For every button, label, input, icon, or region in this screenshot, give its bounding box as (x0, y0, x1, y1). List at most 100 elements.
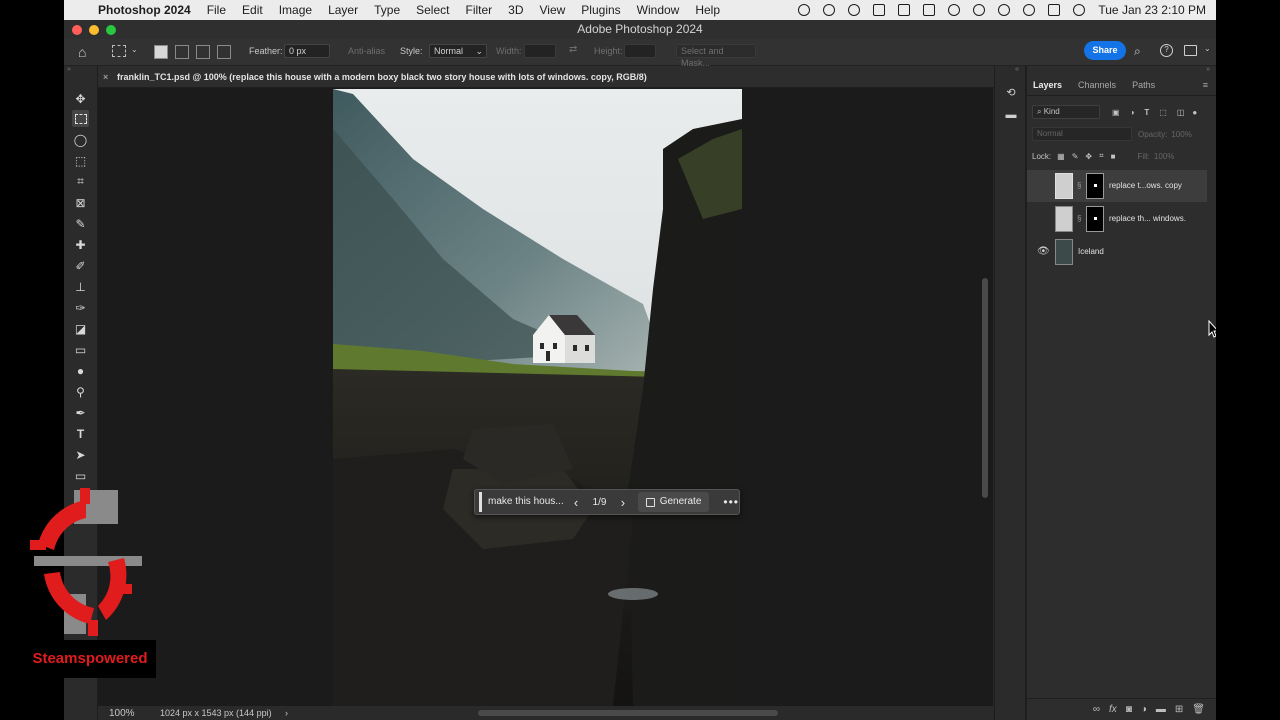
comments-panel-icon[interactable]: ▬ (1004, 109, 1018, 123)
filter-adjustment-icon[interactable]: ◑ (1130, 108, 1135, 117)
more-options-icon[interactable]: ••• (723, 495, 739, 509)
opacity-input[interactable]: 100% (1171, 130, 1191, 139)
collapse-icon[interactable]: » (67, 66, 71, 73)
search-icon[interactable]: ⌕ (1134, 44, 1141, 59)
grammarly-icon[interactable] (848, 4, 861, 16)
menu-plugins[interactable]: Plugins (581, 3, 620, 17)
blend-mode-select[interactable]: Normal (1032, 127, 1132, 141)
add-mask-icon[interactable]: ◙ (1126, 704, 1132, 715)
next-variation-icon[interactable]: › (612, 495, 634, 510)
eye-icon[interactable]: 👁 (1037, 246, 1050, 257)
gradient-tool-icon[interactable]: ▭ (72, 341, 89, 358)
new-adjustment-layer-icon[interactable]: ◑ (1141, 704, 1147, 715)
document-tab[interactable]: × franklin_TC1.psd @ 100% (replace this … (98, 66, 1028, 88)
intersect-selection-icon[interactable] (217, 45, 231, 59)
lock-position-icon[interactable]: ✥ (1085, 152, 1092, 161)
menu-type[interactable]: Type (374, 3, 400, 17)
move-tool-icon[interactable]: ✥ (72, 90, 89, 107)
new-layer-icon[interactable]: ⊞ (1175, 704, 1183, 715)
type-tool-icon[interactable]: T (72, 425, 89, 442)
frame-tool-icon[interactable]: ⊠ (72, 194, 89, 211)
minimize-window-button[interactable] (89, 25, 99, 35)
dodge-tool-icon[interactable]: ⚲ (72, 383, 89, 400)
lock-artboard-icon[interactable]: ⌗ (1099, 151, 1104, 161)
layer-row[interactable]: § replace t...ows. copy (1027, 170, 1207, 202)
generate-button[interactable]: Generate (637, 492, 710, 512)
previous-variation-icon[interactable]: ‹ (565, 495, 587, 510)
layer-mask-thumbnail[interactable] (1086, 173, 1104, 199)
collapse-icon[interactable]: « (1015, 66, 1019, 73)
object-selection-tool-icon[interactable]: ⬚ (72, 152, 89, 169)
menu-layer[interactable]: Layer (328, 3, 358, 17)
filter-toggle-icon[interactable]: ● (1192, 108, 1197, 117)
history-brush-tool-icon[interactable]: ✑ (72, 299, 89, 316)
horizontal-scrollbar-thumb[interactable] (478, 710, 778, 716)
scrollbar-thumb[interactable] (982, 278, 988, 498)
menu-view[interactable]: View (540, 3, 566, 17)
menu-filter[interactable]: Filter (465, 3, 492, 17)
document-info[interactable]: 1024 px x 1543 px (144 ppi) (160, 706, 272, 720)
chevron-right-icon[interactable]: › (285, 706, 288, 720)
share-button[interactable]: Share (1084, 41, 1126, 60)
height-input[interactable] (624, 44, 656, 58)
link-icon[interactable]: § (1077, 181, 1081, 190)
filter-shape-icon[interactable]: ⬚ (1159, 108, 1167, 117)
close-document-icon[interactable]: × (103, 66, 108, 88)
feather-input[interactable]: 0 px (284, 44, 330, 58)
generative-prompt-input[interactable]: make this hous... (479, 492, 565, 512)
menubar-clock[interactable]: Tue Jan 23 2:10 PM (1098, 3, 1206, 17)
link-icon[interactable]: § (1077, 214, 1081, 223)
width-input[interactable] (524, 44, 556, 58)
menu-app-name[interactable]: Photoshop 2024 (98, 3, 191, 17)
siri-icon[interactable] (1073, 4, 1086, 16)
eyedropper-tool-icon[interactable]: ✎ (72, 215, 89, 232)
creative-cloud-icon[interactable] (823, 4, 836, 16)
marquee-preset-icon[interactable] (112, 45, 126, 57)
filter-type-icon[interactable]: T (1144, 108, 1149, 117)
rectangular-marquee-tool-icon[interactable] (72, 110, 89, 127)
home-icon[interactable]: ⌂ (78, 44, 86, 60)
zoom-level[interactable]: 100% (109, 707, 135, 720)
record-icon[interactable] (798, 4, 811, 16)
workspace-icon[interactable] (1184, 45, 1197, 56)
filter-kind-select[interactable]: ⌕ Kind (1032, 105, 1100, 119)
help-icon[interactable]: ? (1160, 44, 1173, 57)
menu-help[interactable]: Help (695, 3, 720, 17)
display-icon[interactable] (898, 4, 911, 16)
battery-icon[interactable] (923, 4, 936, 16)
tab-layers[interactable]: Layers (1033, 80, 1062, 90)
path-selection-tool-icon[interactable]: ➤ (72, 446, 89, 463)
clone-stamp-tool-icon[interactable]: ⊥ (72, 278, 89, 295)
menu-edit[interactable]: Edit (242, 3, 263, 17)
chevron-down-icon[interactable]: ⌄ (131, 45, 138, 54)
layer-mask-thumbnail[interactable] (1086, 206, 1104, 232)
lock-all-icon[interactable]: ■ (1111, 152, 1116, 161)
iceland-photo[interactable] (333, 89, 742, 706)
delete-layer-icon[interactable]: 🗑 (1192, 704, 1205, 715)
filter-pixel-icon[interactable]: ▣ (1112, 108, 1120, 117)
new-selection-icon[interactable] (154, 45, 168, 59)
menu-3d[interactable]: 3D (508, 3, 523, 17)
layer-row[interactable]: 👁 Iceland (1027, 236, 1207, 268)
user-icon[interactable] (948, 4, 961, 16)
healing-brush-tool-icon[interactable]: ✚ (72, 236, 89, 253)
panel-menu-icon[interactable]: ≡ (1203, 80, 1208, 90)
select-and-mask-button[interactable]: Select and Mask... (676, 44, 756, 68)
eraser-tool-icon[interactable]: ◪ (72, 320, 89, 337)
brush-tool-icon[interactable]: ✐ (72, 257, 89, 274)
add-selection-icon[interactable] (175, 45, 189, 59)
menu-select[interactable]: Select (416, 3, 449, 17)
lock-transparent-icon[interactable]: ▦ (1057, 152, 1065, 161)
collapse-icon[interactable]: » (1206, 66, 1210, 73)
swap-dimensions-icon[interactable]: ⇄ (569, 44, 577, 55)
close-window-button[interactable] (72, 25, 82, 35)
rectangle-tool-icon[interactable]: ▭ (72, 467, 89, 484)
crop-tool-icon[interactable]: ⌗ (72, 173, 89, 190)
wifi-icon[interactable] (973, 4, 986, 16)
history-panel-icon[interactable]: ⟲ (1004, 86, 1018, 100)
lasso-tool-icon[interactable]: ◯ (72, 131, 89, 148)
layer-style-icon[interactable]: fx (1109, 704, 1117, 715)
pen-tool-icon[interactable]: ✒ (72, 404, 89, 421)
menu-image[interactable]: Image (279, 3, 312, 17)
time-machine-icon[interactable] (998, 4, 1011, 16)
